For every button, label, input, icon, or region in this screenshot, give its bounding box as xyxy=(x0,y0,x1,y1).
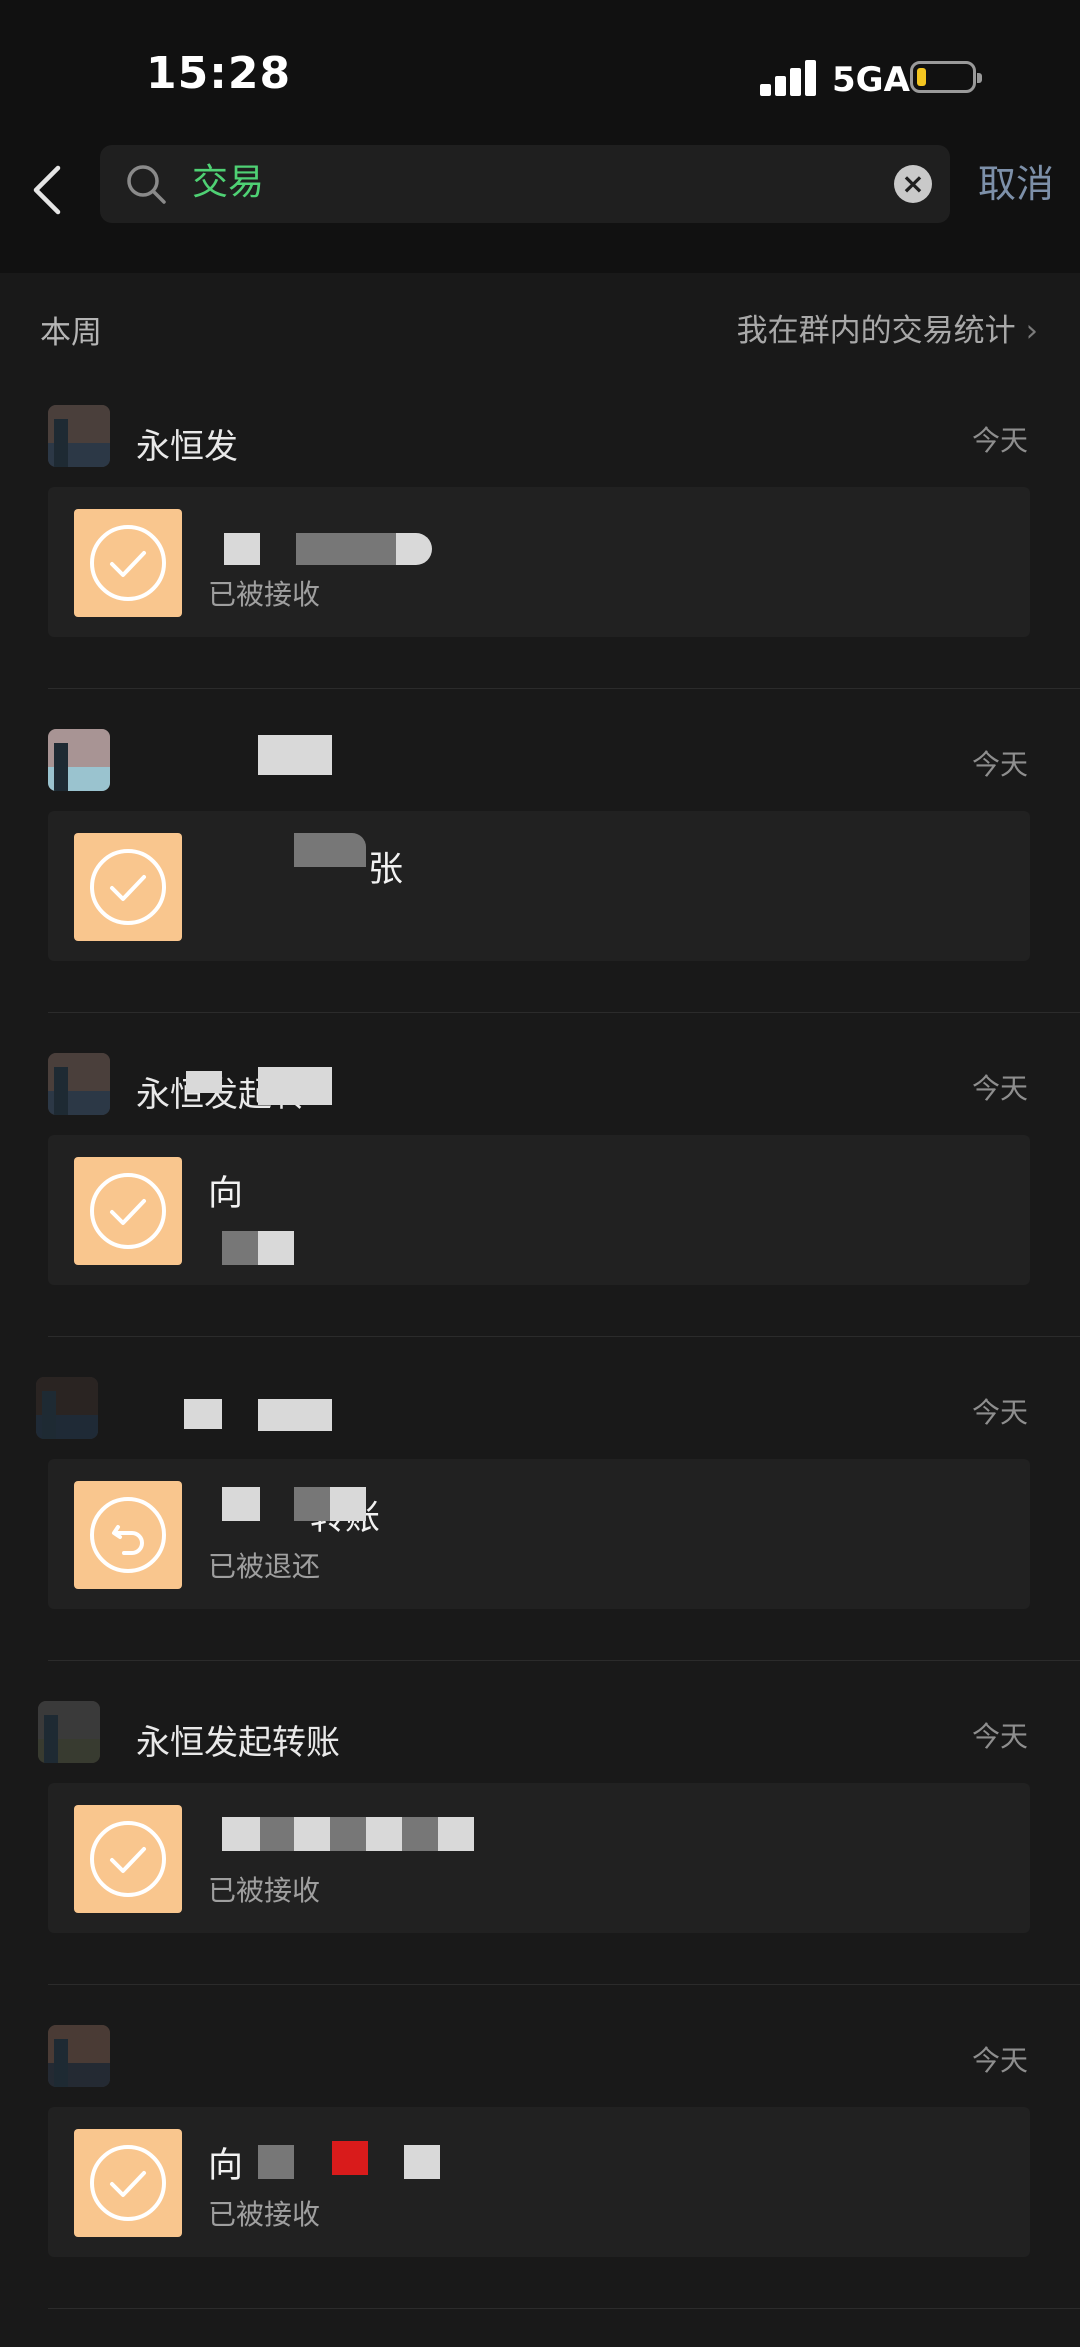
redaction xyxy=(258,1067,332,1105)
transaction-entry[interactable]: 永恒发 今天 已被接收 xyxy=(0,383,1080,707)
divider xyxy=(48,1984,1080,1985)
divider xyxy=(48,1012,1080,1013)
transfer-card[interactable]: 向 xyxy=(48,1135,1030,1285)
redaction xyxy=(260,1817,294,1851)
redaction xyxy=(404,2145,440,2179)
transaction-entry[interactable]: 今天 向 已被接收 xyxy=(0,2003,1080,2327)
redaction xyxy=(438,1817,474,1851)
avatar xyxy=(48,405,110,467)
redaction xyxy=(222,1817,260,1851)
entry-date: 今天 xyxy=(971,424,1028,457)
redaction xyxy=(186,1071,222,1093)
avatar xyxy=(48,2025,110,2087)
network-type: 5GA xyxy=(832,60,910,100)
entry-date: 今天 xyxy=(971,2044,1028,2077)
redaction xyxy=(224,533,260,565)
status-time: 15:28 xyxy=(146,48,292,99)
search-query: 交易 xyxy=(192,162,265,203)
redaction xyxy=(332,2141,368,2175)
section-header: 本周 我在群内的交易统计 › xyxy=(0,273,1080,383)
avatar xyxy=(36,1377,98,1439)
transfer-card[interactable]: 转账 已被退还 xyxy=(48,1459,1030,1609)
divider xyxy=(48,688,1080,689)
redaction xyxy=(396,533,432,565)
redaction xyxy=(184,1399,222,1429)
redaction xyxy=(330,1487,366,1521)
avatar xyxy=(48,1053,110,1115)
transaction-entry[interactable]: 今天 张 xyxy=(0,707,1080,1031)
battery-icon xyxy=(910,61,982,93)
entry-date: 今天 xyxy=(971,1072,1028,1105)
cancel-button[interactable]: 取消 xyxy=(978,158,1054,210)
redaction xyxy=(294,833,366,867)
redaction xyxy=(402,1817,438,1851)
redaction xyxy=(222,1487,260,1521)
transfer-card[interactable]: 张 xyxy=(48,811,1030,961)
sender-name: 永恒发 xyxy=(136,427,238,467)
redaction xyxy=(222,1231,258,1265)
transaction-stats-link[interactable]: 我在群内的交易统计 › xyxy=(737,305,1038,350)
search-icon xyxy=(127,165,166,204)
transfer-card[interactable]: 已被接收 xyxy=(48,487,1030,637)
chevron-right-icon: › xyxy=(1025,313,1038,349)
redaction xyxy=(336,533,396,565)
check-icon xyxy=(74,2129,182,2237)
redaction xyxy=(294,1487,330,1521)
transfer-card[interactable]: 已被接收 xyxy=(48,1783,1030,1933)
refund-icon xyxy=(74,1481,182,1589)
divider xyxy=(48,2308,1080,2309)
divider xyxy=(48,1660,1080,1661)
redaction xyxy=(258,1231,294,1265)
card-title: 向 xyxy=(208,2146,244,2186)
card-title: 张 xyxy=(368,850,404,890)
card-status: 已被接收 xyxy=(208,1874,321,1907)
check-icon xyxy=(74,1157,182,1265)
entry-date: 今天 xyxy=(971,1396,1028,1429)
card-status: 已被接收 xyxy=(208,2198,321,2231)
entry-date: 今天 xyxy=(971,1720,1028,1753)
redaction xyxy=(294,1817,330,1851)
avatar xyxy=(38,1701,100,1763)
redaction xyxy=(258,735,332,775)
search-input[interactable]: 交易 × xyxy=(100,145,950,223)
divider xyxy=(48,1336,1080,1337)
back-icon[interactable] xyxy=(28,162,68,218)
transaction-entry[interactable]: 今天 转账 已被退还 xyxy=(0,1355,1080,1679)
entry-date: 今天 xyxy=(971,748,1028,781)
card-status: 已被退还 xyxy=(208,1550,321,1583)
avatar xyxy=(48,729,110,791)
check-icon xyxy=(74,1805,182,1913)
signal-icon xyxy=(760,60,818,96)
redaction xyxy=(296,533,336,565)
check-icon xyxy=(74,509,182,617)
redaction xyxy=(330,1817,366,1851)
sender-name: 永恒发起转账 xyxy=(136,1723,340,1763)
transaction-entry[interactable]: 永恒发起转 今天 向 xyxy=(0,1031,1080,1355)
card-status: 已被接收 xyxy=(208,578,321,611)
redaction xyxy=(258,1399,332,1431)
stats-link-label: 我在群内的交易统计 xyxy=(736,313,1016,349)
check-icon xyxy=(74,833,182,941)
transfer-card[interactable]: 向 已被接收 xyxy=(48,2107,1030,2257)
status-bar: 15:28 5GA xyxy=(0,0,1080,140)
section-title: 本周 xyxy=(40,315,102,351)
clear-icon[interactable]: × xyxy=(894,165,932,203)
redaction xyxy=(366,1817,402,1851)
transaction-entry[interactable]: 永恒发起转账 今天 已被接收 xyxy=(0,1679,1080,2003)
redaction xyxy=(258,2145,294,2179)
card-title: 向 xyxy=(208,1174,244,1214)
